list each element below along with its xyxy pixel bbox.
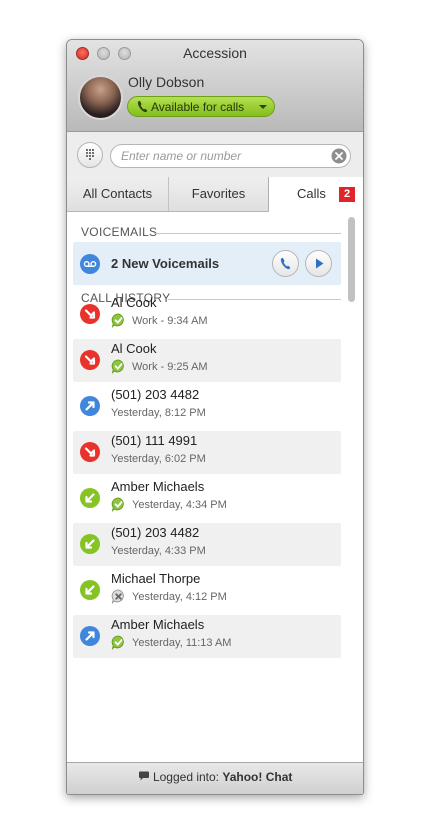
voicemails-heading: VOICEMAILS xyxy=(81,225,158,239)
call-voicemail-button[interactable] xyxy=(272,250,299,277)
arrow-missed-icon xyxy=(80,350,100,370)
title-bar: Accession Olly Dobson Available for call… xyxy=(67,40,363,132)
caller-name: Amber Michaels xyxy=(111,617,205,632)
call-history-row[interactable]: (501) 203 4482 Yesterday, 8:12 PM xyxy=(73,385,341,428)
voicemail-label: 2 New Voicemails xyxy=(111,256,220,271)
call-detail: Work - 9:34 AM xyxy=(132,315,208,327)
footer-service: Yahoo! Chat xyxy=(222,770,293,784)
presence-available-icon xyxy=(111,497,124,512)
call-history-row[interactable]: Al Cook Work - 9:34 AM xyxy=(73,293,341,336)
call-detail: Yesterday, 6:02 PM xyxy=(111,453,206,465)
arrow-incoming-icon xyxy=(80,534,100,554)
tab-all-contacts[interactable]: All Contacts xyxy=(67,177,169,211)
voicemail-icon xyxy=(80,254,100,274)
call-history-row[interactable]: (501) 111 4991 Yesterday, 6:02 PM xyxy=(73,431,341,474)
call-detail: Yesterday, 11:13 AM xyxy=(132,637,232,649)
status-label: Available for calls xyxy=(151,100,245,114)
arrow-incoming-icon xyxy=(80,580,100,600)
minimize-window-button[interactable] xyxy=(97,47,110,60)
arrow-outgoing-icon xyxy=(80,626,100,646)
zoom-window-button[interactable] xyxy=(118,47,131,60)
call-detail: Yesterday, 4:12 PM xyxy=(132,591,227,603)
search-bar xyxy=(67,132,363,177)
presence-available-icon xyxy=(111,635,124,650)
status-dropdown-button[interactable]: Available for calls xyxy=(127,96,275,117)
tab-favorites[interactable]: Favorites xyxy=(169,177,269,211)
play-voicemail-button[interactable] xyxy=(305,250,332,277)
caller-name: Amber Michaels xyxy=(111,479,205,494)
chat-bubble-icon xyxy=(138,771,149,781)
clear-search-icon[interactable] xyxy=(331,148,347,164)
caller-name: (501) 203 4482 xyxy=(111,525,200,540)
presence-available-icon xyxy=(111,313,124,328)
footer-status: Logged into: Yahoo! Chat xyxy=(67,762,363,794)
tab-bar: All Contacts Favorites Calls 2 xyxy=(67,177,363,212)
avatar[interactable] xyxy=(78,75,123,120)
dialpad-icon xyxy=(86,149,94,160)
call-history-row[interactable]: (501) 203 4482 Yesterday, 4:33 PM xyxy=(73,523,341,566)
call-detail: Yesterday, 8:12 PM xyxy=(111,407,206,419)
caller-name: Michael Thorpe xyxy=(111,571,201,586)
caller-name: Al Cook xyxy=(111,295,157,310)
caller-name: (501) 111 4991 xyxy=(111,433,198,448)
close-window-button[interactable] xyxy=(76,47,89,60)
chevron-down-icon xyxy=(259,105,267,109)
arrow-outgoing-icon xyxy=(80,396,100,416)
presence-offline-icon xyxy=(111,589,124,604)
window-title: Accession xyxy=(183,45,247,61)
calls-count-badge: 2 xyxy=(339,187,355,202)
divider xyxy=(154,233,341,234)
caller-name: (501) 203 4482 xyxy=(111,387,200,402)
user-name: Olly Dobson xyxy=(128,74,205,90)
arrow-incoming-icon xyxy=(80,488,100,508)
call-history-row[interactable]: Amber Michaels Yesterday, 4:34 PM xyxy=(73,477,341,520)
calls-panel: VOICEMAILS 2 New Voicemails CALL HISTORY… xyxy=(67,212,363,762)
arrow-missed-icon xyxy=(80,442,100,462)
footer-prefix: Logged into: xyxy=(152,770,220,784)
app-window: Accession Olly Dobson Available for call… xyxy=(66,39,364,795)
call-detail: Yesterday, 4:34 PM xyxy=(132,499,227,511)
phone-icon xyxy=(137,100,148,113)
play-icon xyxy=(316,258,324,269)
presence-available-icon xyxy=(111,359,124,374)
call-history-row[interactable]: Michael Thorpe Yesterday, 4:12 PM xyxy=(73,569,341,612)
call-detail: Yesterday, 4:33 PM xyxy=(111,545,206,557)
caller-name: Al Cook xyxy=(111,341,157,356)
arrow-missed-icon xyxy=(80,304,100,324)
tab-calls-label: Calls xyxy=(297,186,326,201)
search-input[interactable] xyxy=(110,144,351,168)
voicemail-row[interactable]: 2 New Voicemails xyxy=(73,242,341,285)
scrollbar[interactable] xyxy=(348,217,355,302)
phone-icon xyxy=(280,257,291,270)
dialpad-button[interactable] xyxy=(77,142,103,168)
call-history-row[interactable]: Amber Michaels Yesterday, 11:13 AM xyxy=(73,615,341,658)
call-history-row[interactable]: Al Cook Work - 9:25 AM xyxy=(73,339,341,382)
call-detail: Work - 9:25 AM xyxy=(132,361,208,373)
